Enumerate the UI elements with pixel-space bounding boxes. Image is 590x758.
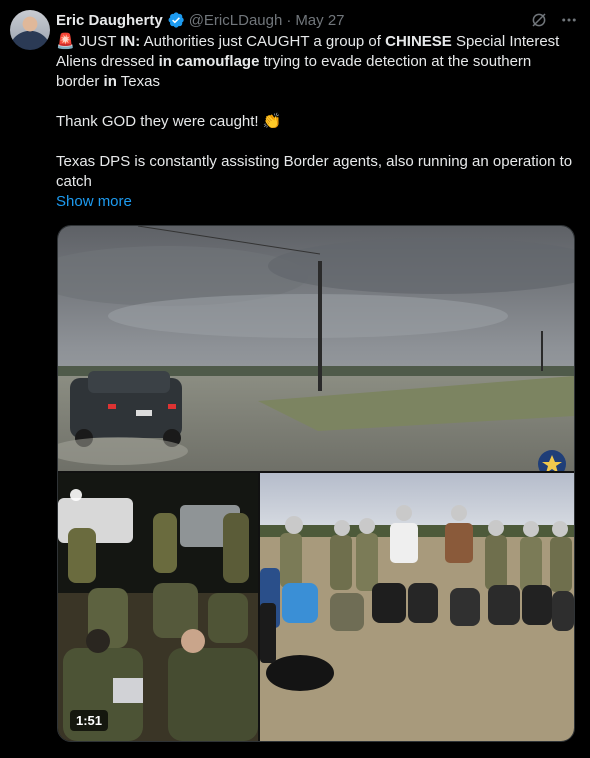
- media-photo-top[interactable]: [58, 226, 574, 471]
- avatar[interactable]: [10, 10, 50, 50]
- tweet-header: Eric Daugherty @EricLDaugh · May 27: [56, 10, 578, 30]
- text-run: Authorities just CAUGHT a group of: [140, 33, 386, 50]
- handle[interactable]: @EricLDaugh: [189, 12, 283, 29]
- media-video-bottom-left[interactable]: 1:51: [58, 473, 258, 741]
- text-run-bold: in: [103, 73, 117, 90]
- text-run: Texas: [116, 73, 160, 90]
- video-duration-badge: 1:51: [70, 710, 109, 731]
- tweet-paragraph-1: 🚨 JUST IN: Authorities just CAUGHT a gro…: [56, 32, 576, 92]
- tweet-text: 🚨 JUST IN: Authorities just CAUGHT a gro…: [56, 32, 576, 212]
- verified-badge-icon: [167, 11, 185, 29]
- text-run: Thank GOD they were caught!: [56, 113, 259, 130]
- siren-emoji: 🚨: [56, 33, 75, 50]
- text-run-bold: CHINESE: [385, 33, 452, 50]
- grok-icon[interactable]: [530, 11, 548, 29]
- display-name[interactable]: Eric Daugherty: [56, 12, 163, 29]
- more-dots-icon[interactable]: [560, 11, 578, 29]
- text-run: JUST: [78, 33, 121, 50]
- text-run-bold: IN:: [120, 33, 141, 50]
- timestamp[interactable]: May 27: [295, 12, 344, 29]
- clap-emoji: 👏: [262, 113, 282, 130]
- tweet-paragraph-2: Thank GOD they were caught! 👏: [56, 112, 576, 132]
- tweet[interactable]: Eric Daugherty @EricLDaugh · May 27 🚨 JU…: [0, 0, 590, 758]
- media-photo-bottom-right[interactable]: [260, 473, 574, 741]
- separator: ·: [286, 11, 292, 29]
- text-run-bold: in camouflage: [158, 53, 260, 70]
- tweet-paragraph-3: Texas DPS is constantly assisting Border…: [56, 153, 573, 190]
- show-more-link[interactable]: Show more: [56, 193, 132, 210]
- media-grid[interactable]: 1:51: [57, 225, 575, 742]
